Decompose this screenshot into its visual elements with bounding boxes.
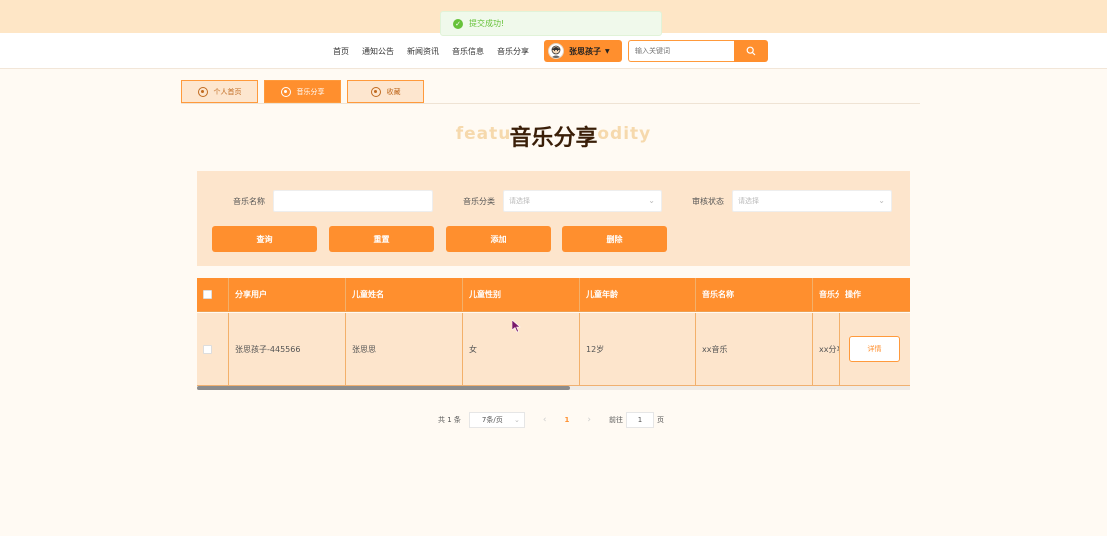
- pagination: 共 1 条 7条/页 ⌄ ‹ 1 › 前往 1 页: [438, 412, 664, 428]
- tab-personal-home[interactable]: 个人首页: [181, 80, 258, 103]
- nav-link-music-share[interactable]: 音乐分享: [497, 46, 529, 57]
- search-button[interactable]: [734, 40, 768, 62]
- target-icon: [280, 86, 291, 97]
- user-menu-button[interactable]: 张思孩子 ▼: [544, 40, 622, 62]
- toast-message: 提交成功!: [469, 19, 505, 28]
- query-button[interactable]: 查询: [212, 226, 317, 252]
- goto-suffix: 页: [657, 416, 664, 424]
- tab-music-share[interactable]: 音乐分享: [264, 80, 341, 103]
- cell-music-name: xx音乐: [696, 313, 813, 385]
- page-title: 音乐分享: [509, 126, 598, 151]
- pager-total: 共 1 条: [438, 416, 461, 424]
- goto-label: 前往: [609, 416, 623, 424]
- search-icon: [746, 46, 756, 56]
- page-number-current[interactable]: 1: [565, 416, 570, 424]
- cell-share-user: 张思孩子-445566: [229, 313, 346, 385]
- row-select-cell: [197, 313, 229, 385]
- share-table: 分享用户 儿童姓名 儿童性别 儿童年龄 音乐名称 音乐分 操作 张思孩子-445…: [197, 278, 910, 386]
- status-label: 审核状态: [692, 197, 724, 206]
- nav-link-home[interactable]: 首页: [333, 46, 349, 57]
- status-select[interactable]: 请选择 ⌄: [732, 190, 892, 212]
- nav-link-music-info[interactable]: 音乐信息: [452, 46, 484, 57]
- category-select[interactable]: 请选择 ⌄: [503, 190, 662, 212]
- add-button[interactable]: 添加: [446, 226, 551, 252]
- profile-tabs: 个人首页 音乐分享 收藏: [181, 80, 430, 103]
- reset-button[interactable]: 重置: [329, 226, 434, 252]
- music-name-input[interactable]: [273, 190, 433, 212]
- scrollbar-thumb[interactable]: [197, 386, 570, 390]
- avatar: [548, 43, 564, 59]
- chevron-down-icon: ⌄: [648, 196, 655, 205]
- header-actions: 操作: [839, 278, 910, 311]
- page-size-select[interactable]: 7条/页 ⌄: [468, 412, 525, 428]
- select-all-checkbox[interactable]: [203, 290, 212, 299]
- target-icon: [197, 86, 208, 97]
- header-music-name: 音乐名称: [696, 278, 813, 311]
- search-input[interactable]: [628, 40, 734, 62]
- table-horizontal-scrollbar[interactable]: [197, 386, 910, 390]
- page-title-block: featu odity 音乐分享: [0, 118, 1107, 151]
- success-toast: ✓ 提交成功!: [440, 11, 662, 36]
- chevron-down-icon: ▼: [605, 47, 610, 55]
- status-placeholder: 请选择: [738, 197, 759, 205]
- user-name: 张思孩子: [569, 46, 601, 56]
- nav-link-news[interactable]: 新闻资讯: [407, 46, 439, 57]
- nav-link-notices[interactable]: 通知公告: [362, 46, 394, 57]
- chevron-down-icon: ⌄: [514, 416, 520, 424]
- row-checkbox[interactable]: [203, 344, 212, 354]
- header-child-gender: 儿童性别: [463, 278, 580, 311]
- target-icon: [370, 86, 381, 97]
- tab-divider: [181, 103, 920, 104]
- tab-label: 个人首页: [213, 87, 242, 96]
- success-check-icon: ✓: [453, 18, 463, 29]
- cell-child-age: 12岁: [580, 313, 696, 385]
- cell-child-name: 张思思: [346, 313, 463, 385]
- table-row: 张思孩子-445566 张思思 女 12岁 xx音乐 xx分享 详情: [197, 313, 910, 386]
- header-share-user: 分享用户: [229, 278, 346, 311]
- mouse-cursor-icon: [512, 320, 521, 333]
- tab-label: 收藏: [386, 87, 401, 96]
- select-all-cell: [197, 278, 229, 311]
- nav-links: 首页 通知公告 新闻资讯 音乐信息 音乐分享: [333, 33, 542, 69]
- table-header: 分享用户 儿童姓名 儿童性别 儿童年龄 音乐名称 音乐分 操作: [197, 278, 910, 312]
- goto-page-input[interactable]: 1: [626, 412, 654, 428]
- cell-actions: 详情: [839, 313, 910, 385]
- category-label: 音乐分类: [463, 197, 495, 206]
- music-name-label: 音乐名称: [233, 197, 265, 206]
- tab-favorites[interactable]: 收藏: [347, 80, 424, 103]
- header-child-age: 儿童年龄: [580, 278, 696, 311]
- next-page-button[interactable]: ›: [587, 415, 591, 425]
- detail-button[interactable]: 详情: [849, 336, 900, 362]
- category-placeholder: 请选择: [509, 197, 530, 205]
- delete-button[interactable]: 删除: [562, 226, 667, 252]
- header-child-name: 儿童姓名: [346, 278, 463, 311]
- page-size-value: 7条/页: [481, 416, 503, 424]
- tab-label: 音乐分享: [296, 87, 325, 96]
- prev-page-button[interactable]: ‹: [543, 415, 547, 425]
- chevron-down-icon: ⌄: [878, 196, 885, 205]
